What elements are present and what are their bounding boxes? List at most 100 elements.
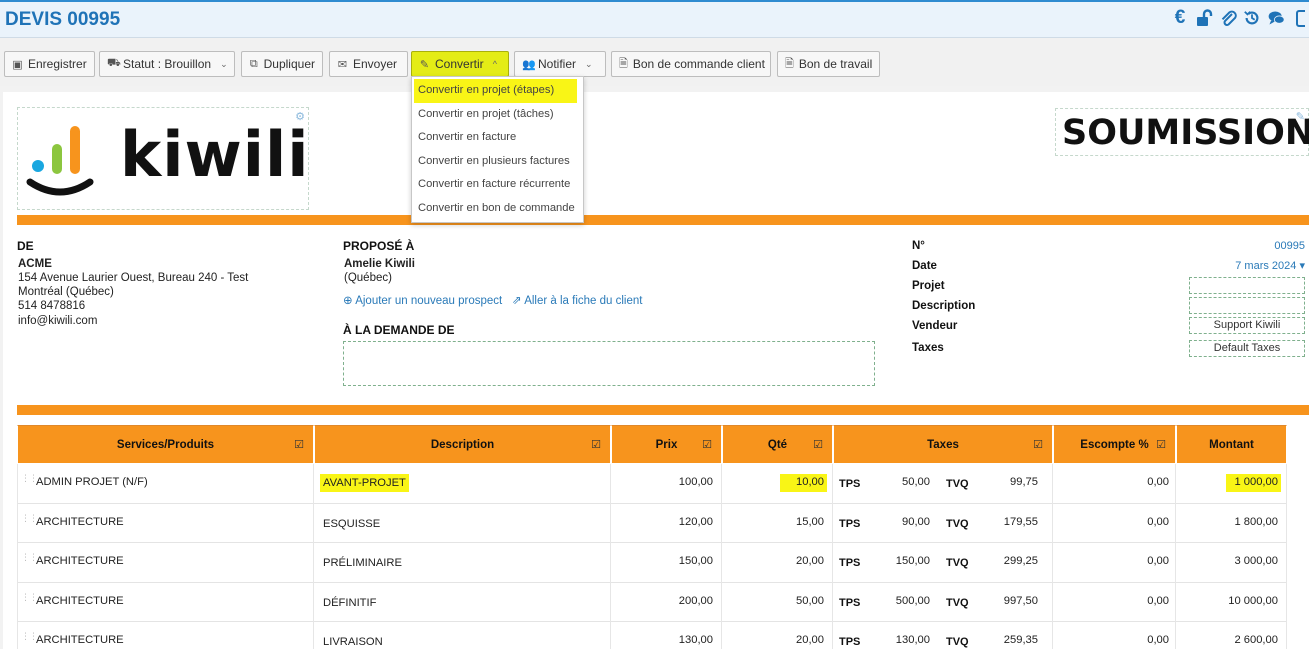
description-field[interactable] <box>1189 297 1305 314</box>
save-button[interactable]: ▣ Enregistrer <box>4 51 95 77</box>
date-label: Date <box>912 260 937 272</box>
add-prospect-link[interactable]: ⊕ Ajouter un nouveau prospect <box>343 293 502 307</box>
tax1-label: TPS <box>839 557 861 570</box>
checkbox-icon[interactable]: ☑ <box>1033 438 1043 451</box>
row-tvq: 997,50 <box>1003 594 1038 607</box>
checkbox-icon[interactable]: ☑ <box>591 438 601 451</box>
row-product[interactable]: ARCHITECTURE <box>36 595 124 607</box>
client-file-link[interactable]: ⇗ Aller à la fiche du client <box>512 293 642 307</box>
row-product[interactable]: ARCHITECTURE <box>36 516 124 528</box>
purchase-order-button[interactable]: 🗎 Bon de commande client <box>611 51 771 77</box>
row-qty[interactable]: 10,00 <box>780 474 827 492</box>
col-qty[interactable]: Qté ☑ <box>722 425 833 464</box>
row-qty[interactable]: 50,00 <box>796 595 824 607</box>
drag-handle-icon[interactable]: ⋮⋮ <box>21 553 38 569</box>
taxes-field[interactable]: Default Taxes <box>1189 340 1305 357</box>
row-price[interactable]: 100,00 <box>679 476 713 488</box>
row-tvq: 99,75 <box>1010 476 1038 488</box>
row-description[interactable]: AVANT-PROJET <box>320 474 409 492</box>
row-price[interactable]: 150,00 <box>679 555 713 567</box>
row-qty[interactable]: 20,00 <box>796 634 824 646</box>
from-company: ACME <box>18 258 52 270</box>
logo-box[interactable]: ⚙ kiwili <box>17 107 309 210</box>
drag-handle-icon[interactable]: ⋮⋮ <box>21 592 38 609</box>
tax1-label: TPS <box>839 636 861 649</box>
row-tps: 90,00 <box>902 515 930 528</box>
divider <box>17 215 1309 225</box>
row-qty[interactable]: 15,00 <box>796 516 824 528</box>
document-type-box[interactable]: SOUMISSION ✎ <box>1055 108 1309 156</box>
menu-item-convert-invoice[interactable]: Convertir en facture <box>412 126 583 150</box>
from-email: info@kiwili.com <box>18 315 98 327</box>
menu-item-convert-purchase-order[interactable]: Convertir en bon de commande <box>412 197 583 221</box>
menu-item-convert-project-tasks[interactable]: Convertir en projet (tâches) <box>412 103 583 127</box>
row-discount[interactable]: 0,00 <box>1147 634 1169 646</box>
row-description[interactable]: LIVRAISON <box>323 636 383 648</box>
euro-icon[interactable]: € <box>1171 7 1189 29</box>
row-qty[interactable]: 20,00 <box>796 555 824 567</box>
drag-handle-icon[interactable]: ⋮⋮ <box>21 632 38 648</box>
row-price[interactable]: 120,00 <box>679 516 713 528</box>
col-discount[interactable]: Escompte % ☑ <box>1053 425 1176 464</box>
from-address1: 154 Avenue Laurier Ouest, Bureau 240 - T… <box>18 272 249 284</box>
menu-item-convert-multiple-invoices[interactable]: Convertir en plusieurs factures <box>412 150 583 174</box>
page-title: DEVIS 00995 <box>5 9 121 30</box>
kiwili-logo-icon <box>26 126 94 196</box>
row-tvq: 299,25 <box>1003 555 1038 568</box>
row-description[interactable]: PRÉLIMINAIRE <box>323 557 402 569</box>
drag-handle-icon[interactable]: ⋮⋮ <box>21 513 38 530</box>
edit-icon[interactable]: ✎ <box>1296 110 1305 123</box>
project-field[interactable] <box>1189 277 1305 294</box>
notify-dropdown-button[interactable]: 👥 Notifier ⌄ <box>514 51 606 77</box>
row-discount[interactable]: 0,00 <box>1147 555 1169 567</box>
client-name[interactable]: Amelie Kiwili <box>344 258 415 270</box>
row-price[interactable]: 200,00 <box>679 595 713 607</box>
row-tps: 130,00 <box>895 634 930 647</box>
seller-field[interactable]: Support Kiwili <box>1189 317 1305 334</box>
row-discount[interactable]: 0,00 <box>1147 595 1169 607</box>
table-row: ⋮⋮ ARCHITECTURE PRÉLIMINAIRE 150,00 20,00… <box>17 543 1287 583</box>
convert-dropdown-button[interactable]: ✎ Convertir ^ <box>411 51 509 77</box>
checkbox-icon[interactable]: ☑ <box>702 438 712 451</box>
paperclip-icon[interactable] <box>1219 7 1237 29</box>
title-bar: DEVIS 00995 € <box>0 0 1309 38</box>
chevron-down-icon: ⌄ <box>585 58 593 69</box>
col-amount[interactable]: Montant <box>1176 425 1287 464</box>
row-discount[interactable]: 0,00 <box>1147 476 1169 488</box>
seller-label: Vendeur <box>912 320 958 332</box>
items-table-body: ⋮⋮ ADMIN PROJET (N/F) AVANT-PROJET 100,00… <box>17 464 1287 649</box>
client-region: (Québec) <box>344 272 392 284</box>
menu-item-convert-project-stages[interactable]: Convertir en projet (étapes) <box>414 79 577 103</box>
row-tvq: 179,55 <box>1003 515 1038 528</box>
status-dropdown-button[interactable]: ⛟ Statut : Brouillon ⌄ <box>99 51 235 77</box>
menu-item-convert-recurring-invoice[interactable]: Convertir en facture récurrente <box>412 173 583 197</box>
tax2-label: TVQ <box>946 517 969 530</box>
share-icon[interactable] <box>1291 7 1309 29</box>
number-value[interactable]: 00995 <box>1274 240 1305 252</box>
checkbox-icon[interactable]: ☑ <box>294 438 304 451</box>
duplicate-button[interactable]: ⧉ Dupliquer <box>241 51 323 77</box>
row-amount: 1 800,00 <box>1234 515 1278 528</box>
send-button[interactable]: ✉ Envoyer <box>329 51 408 77</box>
checkbox-icon[interactable]: ☑ <box>1156 438 1166 451</box>
col-price[interactable]: Prix ☑ <box>611 425 722 464</box>
col-description[interactable]: Description ☑ <box>314 425 611 464</box>
row-price[interactable]: 130,00 <box>679 634 713 646</box>
row-description[interactable]: DÉFINITIF <box>323 597 376 609</box>
col-taxes[interactable]: Taxes ☑ <box>833 425 1053 464</box>
unlock-icon[interactable] <box>1195 7 1213 29</box>
row-product[interactable]: ARCHITECTURE <box>36 634 124 646</box>
work-order-button[interactable]: 🗎 Bon de travail <box>777 51 880 77</box>
checkbox-icon[interactable]: ☑ <box>813 438 823 451</box>
drag-handle-icon[interactable]: ⋮⋮ <box>21 474 38 490</box>
comments-icon[interactable] <box>1267 7 1285 29</box>
row-description[interactable]: ESQUISSE <box>323 518 380 530</box>
row-discount[interactable]: 0,00 <box>1147 516 1169 528</box>
col-product[interactable]: Services/Produits ☑ <box>17 425 314 464</box>
logo-text: kiwili <box>120 118 310 191</box>
history-icon[interactable] <box>1243 7 1261 29</box>
date-value[interactable]: 7 mars 2024 ▾ <box>1235 259 1305 272</box>
request-field[interactable] <box>343 341 875 386</box>
row-product[interactable]: ADMIN PROJET (N/F) <box>36 476 148 488</box>
row-product[interactable]: ARCHITECTURE <box>36 555 124 567</box>
